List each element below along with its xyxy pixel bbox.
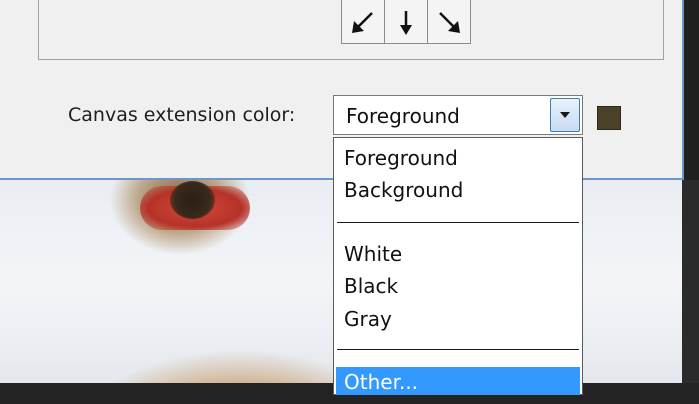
option-other[interactable]: Other... xyxy=(344,370,418,394)
arrow-down-left-icon xyxy=(352,11,373,33)
separator xyxy=(337,349,579,350)
color-options-list: Foreground Background White Black Gray O… xyxy=(333,137,583,395)
separator xyxy=(337,222,579,223)
select-current-value: Foreground xyxy=(346,104,460,128)
canvas-extension-color-select[interactable]: Foreground xyxy=(333,95,583,135)
anchor-bottom-right[interactable] xyxy=(427,0,471,44)
arrow-down-right-icon xyxy=(439,11,460,33)
dog-nose xyxy=(170,181,215,219)
anchor-bottom-left[interactable] xyxy=(341,0,385,44)
option-foreground[interactable]: Foreground xyxy=(344,146,458,170)
anchor-grid xyxy=(341,0,478,45)
option-black[interactable]: Black xyxy=(344,274,398,298)
arrow-down-icon xyxy=(400,10,412,35)
dropdown-arrow-button[interactable] xyxy=(550,98,580,132)
option-white[interactable]: White xyxy=(344,242,402,266)
chevron-down-icon xyxy=(560,112,570,118)
option-gray[interactable]: Gray xyxy=(344,307,392,331)
extension-color-swatch[interactable] xyxy=(597,106,621,130)
anchor-bottom-center[interactable] xyxy=(384,0,428,44)
canvas-extension-color-label: Canvas extension color: xyxy=(68,104,296,126)
window-edge xyxy=(682,180,699,404)
option-background[interactable]: Background xyxy=(344,178,463,202)
